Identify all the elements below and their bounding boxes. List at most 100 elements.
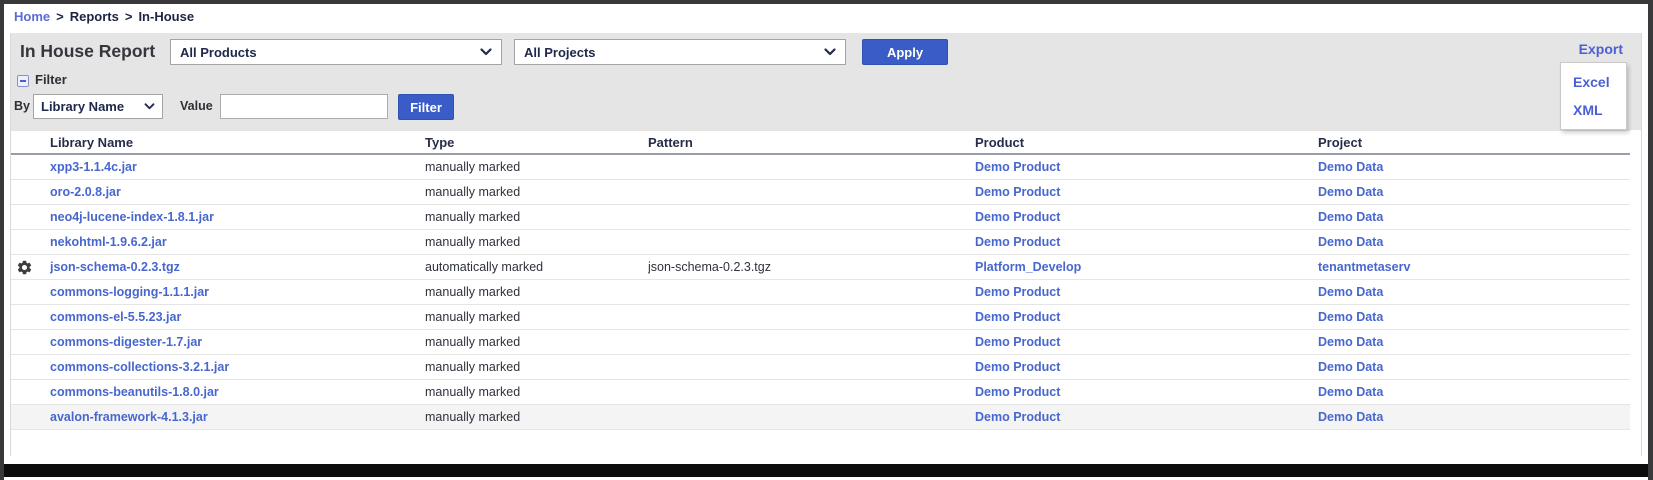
project-filter-select[interactable]: All Projects — [514, 39, 846, 65]
table-row: neo4j-lucene-index-1.8.1.jar manually ma… — [11, 205, 1630, 230]
project-link[interactable]: Demo Data — [1318, 235, 1383, 249]
apply-button[interactable]: Apply — [862, 39, 948, 65]
export-excel-option[interactable]: Excel — [1561, 68, 1626, 96]
product-link[interactable]: Demo Product — [975, 310, 1060, 324]
type-cell: manually marked — [425, 405, 648, 430]
library-link[interactable]: commons-beanutils-1.8.0.jar — [50, 385, 219, 399]
library-link[interactable]: nekohtml-1.9.6.2.jar — [50, 235, 167, 249]
product-link[interactable]: Demo Product — [975, 335, 1060, 349]
library-name-cell: nekohtml-1.9.6.2.jar — [50, 230, 425, 255]
column-header-product: Product — [975, 131, 1318, 155]
breadcrumb-home-link[interactable]: Home — [14, 9, 50, 24]
row-icon-cell — [11, 180, 50, 205]
pattern-cell — [648, 280, 975, 305]
table-row: json-schema-0.2.3.tgz automatically mark… — [11, 255, 1630, 280]
breadcrumb: Home > Reports > In-House — [14, 9, 194, 24]
filter-by-value: Library Name — [41, 99, 124, 114]
type-cell: automatically marked — [425, 255, 648, 280]
pattern-cell — [648, 330, 975, 355]
report-window: Home > Reports > In-House Library Name T… — [0, 0, 1653, 480]
breadcrumb-current: In-House — [138, 9, 194, 24]
library-link[interactable]: commons-el-5.5.23.jar — [50, 310, 181, 324]
pattern-cell — [648, 205, 975, 230]
filter-by-select[interactable]: Library Name — [33, 94, 163, 119]
library-link[interactable]: oro-2.0.8.jar — [50, 185, 121, 199]
report-table-body: xpp3-1.1.4c.jar manually marked Demo Pro… — [11, 154, 1630, 430]
row-icon-cell — [11, 330, 50, 355]
project-link[interactable]: Demo Data — [1318, 185, 1383, 199]
library-link[interactable]: commons-collections-3.2.1.jar — [50, 360, 229, 374]
row-icon-cell — [11, 205, 50, 230]
pattern-cell — [648, 154, 975, 180]
column-header-type: Type — [425, 131, 648, 155]
product-link[interactable]: Demo Product — [975, 160, 1060, 174]
table-row: commons-digester-1.7.jar manually marked… — [11, 330, 1630, 355]
column-header-library-name: Library Name — [50, 131, 425, 155]
filter-button[interactable]: Filter — [398, 94, 454, 120]
product-link[interactable]: Demo Product — [975, 360, 1060, 374]
pattern-cell — [648, 180, 975, 205]
product-link[interactable]: Demo Product — [975, 385, 1060, 399]
export-dropdown-menu: Excel XML — [1560, 62, 1627, 130]
filter-value-input[interactable] — [220, 94, 388, 119]
product-link[interactable]: Demo Product — [975, 185, 1060, 199]
type-cell: manually marked — [425, 380, 648, 405]
gear-icon[interactable] — [16, 259, 33, 276]
export-link[interactable]: Export — [1579, 41, 1623, 57]
chevron-down-icon — [480, 48, 492, 56]
project-link[interactable]: tenantmetaserv — [1318, 260, 1410, 274]
product-filter-value: All Products — [180, 45, 257, 60]
library-name-cell: commons-collections-3.2.1.jar — [50, 355, 425, 380]
project-cell: Demo Data — [1318, 330, 1630, 355]
row-icon-cell — [11, 154, 50, 180]
library-name-cell: commons-digester-1.7.jar — [50, 330, 425, 355]
product-cell: Demo Product — [975, 355, 1318, 380]
project-link[interactable]: Demo Data — [1318, 410, 1383, 424]
project-cell: Demo Data — [1318, 205, 1630, 230]
type-cell: manually marked — [425, 330, 648, 355]
project-link[interactable]: Demo Data — [1318, 335, 1383, 349]
library-link[interactable]: avalon-framework-4.1.3.jar — [50, 410, 208, 424]
project-link[interactable]: Demo Data — [1318, 385, 1383, 399]
product-link[interactable]: Demo Product — [975, 410, 1060, 424]
library-link[interactable]: commons-logging-1.1.1.jar — [50, 285, 209, 299]
library-link[interactable]: xpp3-1.1.4c.jar — [50, 160, 137, 174]
product-link[interactable]: Demo Product — [975, 285, 1060, 299]
type-cell: manually marked — [425, 154, 648, 180]
project-link[interactable]: Demo Data — [1318, 160, 1383, 174]
export-xml-option[interactable]: XML — [1561, 96, 1626, 124]
product-cell: Demo Product — [975, 280, 1318, 305]
breadcrumb-reports-link[interactable]: Reports — [70, 9, 119, 24]
product-filter-select[interactable]: All Products — [170, 39, 502, 65]
filter-by-label: By — [14, 99, 30, 113]
row-icon-cell — [11, 305, 50, 330]
project-cell: Demo Data — [1318, 305, 1630, 330]
row-icon-cell — [11, 405, 50, 430]
breadcrumb-separator: > — [125, 9, 133, 24]
project-link[interactable]: Demo Data — [1318, 360, 1383, 374]
project-link[interactable]: Demo Data — [1318, 310, 1383, 324]
type-cell: manually marked — [425, 205, 648, 230]
type-cell: manually marked — [425, 180, 648, 205]
library-link[interactable]: neo4j-lucene-index-1.8.1.jar — [50, 210, 214, 224]
product-cell: Demo Product — [975, 180, 1318, 205]
library-name-cell: xpp3-1.1.4c.jar — [50, 154, 425, 180]
table-row: commons-el-5.5.23.jar manually marked De… — [11, 305, 1630, 330]
product-link[interactable]: Platform_Develop — [975, 260, 1081, 274]
product-link[interactable]: Demo Product — [975, 235, 1060, 249]
library-link[interactable]: commons-digester-1.7.jar — [50, 335, 202, 349]
breadcrumb-separator: > — [56, 9, 64, 24]
project-cell: Demo Data — [1318, 154, 1630, 180]
product-link[interactable]: Demo Product — [975, 210, 1060, 224]
row-icon-cell — [11, 280, 50, 305]
project-cell: Demo Data — [1318, 405, 1630, 430]
library-name-cell: json-schema-0.2.3.tgz — [50, 255, 425, 280]
table-row: commons-beanutils-1.8.0.jar manually mar… — [11, 380, 1630, 405]
column-icon-spacer — [11, 131, 50, 155]
project-link[interactable]: Demo Data — [1318, 210, 1383, 224]
library-link[interactable]: json-schema-0.2.3.tgz — [50, 260, 180, 274]
pattern-cell — [648, 355, 975, 380]
page-title: In House Report — [20, 41, 155, 62]
project-link[interactable]: Demo Data — [1318, 285, 1383, 299]
filter-collapse-icon[interactable] — [17, 75, 29, 87]
